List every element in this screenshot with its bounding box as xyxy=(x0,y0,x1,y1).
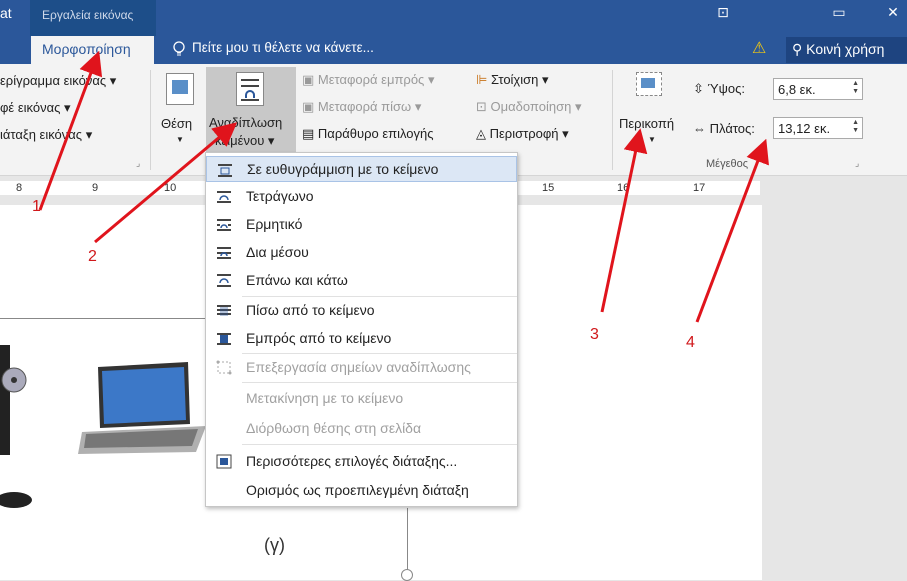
annotation-number-4: 4 xyxy=(686,334,695,351)
arrow-1 xyxy=(38,50,103,211)
arrow-4 xyxy=(695,138,769,323)
annotation-number-2: 2 xyxy=(88,248,97,265)
arrow-2 xyxy=(94,122,238,244)
annotation-number-1: 1 xyxy=(32,198,41,215)
annotation-arrows xyxy=(38,50,769,323)
arrow-3 xyxy=(600,128,648,313)
annotation-number-3: 3 xyxy=(590,326,599,343)
